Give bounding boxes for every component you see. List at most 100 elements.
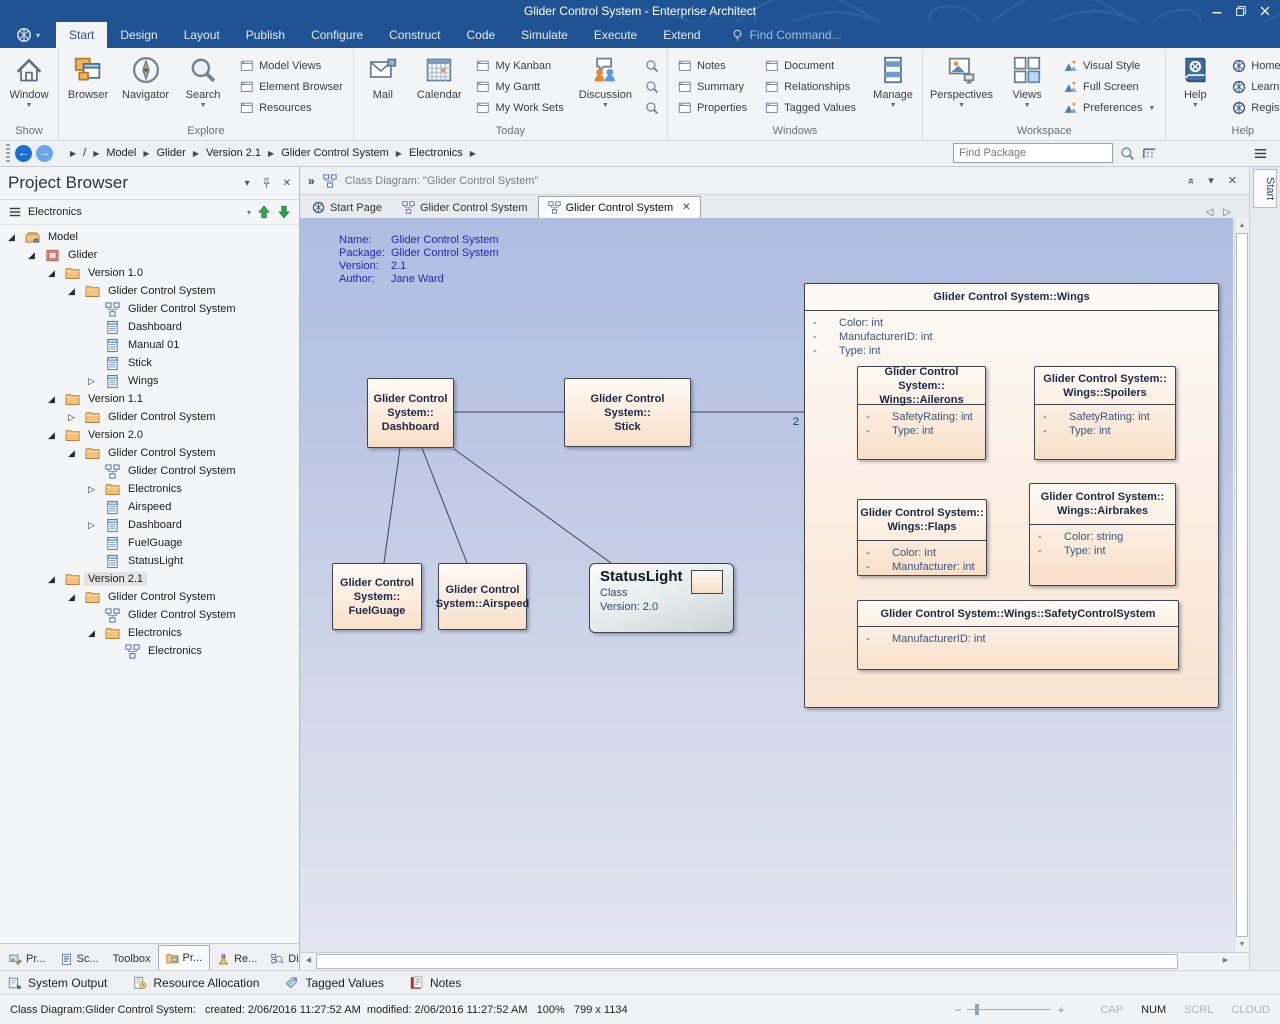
tree-expand-icon[interactable]: ◢ bbox=[68, 286, 85, 297]
diagram-canvas[interactable]: 2Name:Glider Control SystemPackage:Glide… bbox=[300, 218, 1233, 952]
model-views-button[interactable]: Model Views bbox=[233, 56, 350, 76]
panel-expand-icon[interactable]: » bbox=[308, 174, 315, 188]
search-icon[interactable] bbox=[1120, 146, 1135, 161]
tree-item-version-1-1[interactable]: ◢Version 1.1 bbox=[0, 390, 299, 408]
tree-expand-icon[interactable]: ◢ bbox=[48, 394, 65, 405]
search-button[interactable] bbox=[640, 98, 664, 118]
ribbon-tab-start[interactable]: Start bbox=[56, 22, 107, 48]
panel-tab-toolbox[interactable]: Toolbox bbox=[106, 948, 158, 970]
package-list-icon[interactable] bbox=[1142, 146, 1157, 161]
find-command-box[interactable]: Find Command... bbox=[730, 22, 842, 48]
ribbon-tab-execute[interactable]: Execute bbox=[581, 22, 650, 48]
tree-item-manual-01[interactable]: Manual 01 bbox=[0, 336, 299, 354]
panel-tab-pr[interactable]: Pr... bbox=[158, 945, 211, 970]
tree-item-stick[interactable]: Stick bbox=[0, 354, 299, 372]
dock-tab-resource-allocation[interactable]: Resource Allocation bbox=[133, 976, 259, 990]
properties-button[interactable]: Properties bbox=[671, 98, 754, 118]
tree-item-version-2-1[interactable]: ◢Version 2.1 bbox=[0, 570, 299, 588]
my-kanban-button[interactable]: My Kanban bbox=[469, 56, 570, 76]
panel-dropdown-icon[interactable]: ▾ bbox=[245, 178, 250, 189]
tree-item-airspeed[interactable]: Airspeed bbox=[0, 498, 299, 516]
ribbon-tab-design[interactable]: Design bbox=[107, 22, 170, 48]
close-button[interactable] bbox=[1254, 2, 1276, 20]
tab-scroll-left-icon[interactable]: ◁ bbox=[1206, 207, 1214, 218]
class-spoilers[interactable]: Glider Control System::Wings::Spoilers-S… bbox=[1034, 366, 1176, 460]
toolbar-drag-handle[interactable] bbox=[6, 144, 10, 162]
class-airbrakes[interactable]: Glider Control System::Wings::Airbrakes-… bbox=[1029, 483, 1176, 586]
tree-item-version-2-0[interactable]: ◢Version 2.0 bbox=[0, 426, 299, 444]
visual-style-button[interactable]: Visual Style bbox=[1057, 56, 1162, 76]
tree-item-version-1-0[interactable]: ◢Version 1.0 bbox=[0, 264, 299, 282]
tab-scroll-right-icon[interactable]: ▷ bbox=[1223, 207, 1231, 218]
calendar-button[interactable]: Calendar bbox=[411, 50, 468, 124]
move-down-icon[interactable] bbox=[277, 205, 291, 219]
class-flaps[interactable]: Glider Control System::Wings::Flaps-Colo… bbox=[857, 499, 987, 576]
register-button[interactable]: Register bbox=[1225, 98, 1280, 118]
tree-item-wings[interactable]: ▷Wings bbox=[0, 372, 299, 390]
context-dropdown-icon[interactable]: ▾ bbox=[247, 208, 251, 217]
full-screen-button[interactable]: Full Screen bbox=[1057, 77, 1162, 97]
collapse-panel-icon[interactable]: » bbox=[1185, 177, 1197, 183]
tree-item-electronics[interactable]: ◢Electronics bbox=[0, 624, 299, 642]
dock-tab-notes[interactable]: Notes bbox=[410, 976, 461, 990]
dock-tab-system-output[interactable]: System Output bbox=[8, 976, 107, 990]
zoom-slider[interactable] bbox=[967, 1004, 1051, 1015]
breadcrumb-item-item[interactable]: / bbox=[83, 147, 86, 159]
relationships-button[interactable]: Relationships bbox=[758, 77, 863, 97]
tree-item-electronics[interactable]: ▷Electronics bbox=[0, 480, 299, 498]
learn-button[interactable]: Learn bbox=[1225, 77, 1280, 97]
tree-item-glider-control-system[interactable]: ◢Glider Control System bbox=[0, 282, 299, 300]
hamburger-menu-icon[interactable] bbox=[8, 205, 22, 219]
class-airspeed[interactable]: Glider ControlSystem::Airspeed bbox=[438, 563, 527, 630]
ribbon-tab-layout[interactable]: Layout bbox=[171, 22, 233, 48]
panel-tab-sc[interactable]: Sc... bbox=[53, 948, 106, 970]
breadcrumb-item-glider[interactable]: Glider bbox=[157, 147, 186, 159]
vertical-scroll-thumb[interactable] bbox=[1236, 233, 1248, 937]
zoom-out-icon[interactable]: − bbox=[954, 1003, 961, 1017]
panel-tab-re[interactable]: Re... bbox=[210, 948, 264, 970]
tree-item-glider-control-system[interactable]: Glider Control System bbox=[0, 462, 299, 480]
horizontal-scroll-thumb[interactable] bbox=[316, 954, 1178, 969]
ribbon-tab-code[interactable]: Code bbox=[453, 22, 508, 48]
tree-expand-icon[interactable]: ◢ bbox=[68, 592, 85, 603]
breadcrumb-item-electronics[interactable]: Electronics bbox=[409, 147, 463, 159]
views-button[interactable]: Views▼ bbox=[999, 50, 1055, 124]
tree-expand-icon[interactable]: ▷ bbox=[88, 484, 105, 495]
tree-item-glider-control-system[interactable]: ◢Glider Control System bbox=[0, 588, 299, 606]
tree-item-glider[interactable]: ◢Glider bbox=[0, 246, 299, 264]
diagram-tab-start-page[interactable]: Start Page bbox=[302, 196, 392, 218]
zoom-in-icon[interactable]: + bbox=[1057, 1003, 1064, 1017]
class-stick[interactable]: Glider Control System::Stick bbox=[564, 378, 691, 447]
tree-expand-icon[interactable]: ◢ bbox=[8, 232, 25, 243]
my-work-sets-button[interactable]: My Work Sets bbox=[469, 98, 570, 118]
ribbon-tab-simulate[interactable]: Simulate bbox=[508, 22, 581, 48]
tree-expand-icon[interactable]: ▷ bbox=[88, 520, 105, 531]
tree-item-glider-control-system[interactable]: Glider Control System bbox=[0, 300, 299, 318]
tree-expand-icon[interactable]: ▷ bbox=[88, 376, 105, 387]
vertical-scrollbar[interactable]: ▲ ▼ bbox=[1234, 218, 1249, 952]
tree-expand-icon[interactable]: ◢ bbox=[68, 448, 85, 459]
tree-expand-icon[interactable]: ◢ bbox=[48, 430, 65, 441]
zoom-slider-thumb[interactable] bbox=[975, 1004, 979, 1015]
breadcrumb-item-glider-control-system[interactable]: Glider Control System bbox=[281, 147, 389, 159]
caption-close-icon[interactable]: ✕ bbox=[1228, 174, 1237, 187]
tree-expand-icon[interactable]: ◢ bbox=[48, 268, 65, 279]
search-button[interactable]: Search▼ bbox=[175, 50, 231, 124]
tree-item-dashboard[interactable]: Dashboard bbox=[0, 318, 299, 336]
tree-expand-icon[interactable]: ◢ bbox=[28, 250, 45, 261]
tree-item-electronics[interactable]: Electronics bbox=[0, 642, 299, 660]
ribbon-tab-construct[interactable]: Construct bbox=[376, 22, 453, 48]
minimize-button[interactable] bbox=[1206, 2, 1228, 20]
caption-dropdown-icon[interactable]: ▾ bbox=[1208, 174, 1214, 187]
navigator-button[interactable]: Navigator bbox=[116, 50, 175, 124]
class-dashboard[interactable]: Glider ControlSystem::Dashboard bbox=[367, 378, 454, 448]
tree-expand-icon[interactable]: ▷ bbox=[68, 412, 85, 423]
class-fuelguage[interactable]: Glider ControlSystem::FuelGuage bbox=[332, 563, 422, 630]
element-browser-button[interactable]: Element Browser bbox=[233, 77, 350, 97]
tree-item-glider-control-system[interactable]: Glider Control System bbox=[0, 606, 299, 624]
tab-close-icon[interactable]: ✕ bbox=[682, 202, 690, 213]
panel-close-icon[interactable]: ✕ bbox=[283, 178, 291, 189]
tree-item-statuslight[interactable]: StatusLight bbox=[0, 552, 299, 570]
scroll-right-icon[interactable]: ▶ bbox=[1218, 954, 1233, 968]
summary-button[interactable]: Summary bbox=[671, 77, 754, 97]
